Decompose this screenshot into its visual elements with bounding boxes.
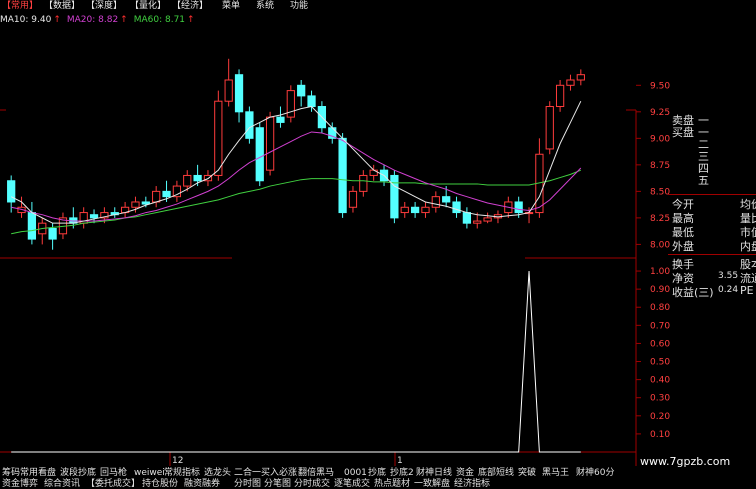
panel-divider <box>668 254 756 255</box>
candle-body <box>89 214 99 219</box>
indicator-tab[interactable]: 持仓股份 <box>142 479 178 489</box>
quote-field-label: PE <box>740 284 754 297</box>
indicator-tab[interactable]: 常用看盘 <box>20 468 56 478</box>
indicator-tab[interactable]: 融资融券 <box>184 479 220 489</box>
earnings-value: 0.24 <box>718 285 739 295</box>
indicator-line <box>11 271 581 453</box>
indicator-tab-bar: 筹码 常用看盘 波段抄底 回马枪 weiwei 常规指标 选龙头 二合一买入必涨 翻倍黑马 000… <box>0 467 756 489</box>
indicator-tab[interactable]: weiwei <box>134 468 165 478</box>
indicator-tab[interactable]: 常规指标 <box>164 468 200 478</box>
date-marker: 12 <box>172 456 183 466</box>
candle-body <box>410 206 420 214</box>
candle-body <box>48 227 57 240</box>
quote-panel: 卖盘一买盘一二三四五今开最高最低外盘换手净资收益(三)均价量比市值内盘股本流通P… <box>668 110 756 470</box>
candle-body <box>7 180 16 203</box>
orderbook-level: 五 <box>698 174 709 187</box>
candle-body <box>27 212 37 240</box>
indicator-tab[interactable]: 翻倍黑马 <box>298 468 334 478</box>
ma20-line <box>11 131 582 222</box>
candle-body <box>265 116 275 171</box>
candle-body <box>400 206 409 214</box>
candle-body <box>183 174 192 187</box>
indicator-tab[interactable]: 0001 <box>344 468 367 478</box>
indicator-tab[interactable]: 抄底 <box>368 468 386 478</box>
indicator-tab[interactable]: 财神日线 <box>416 468 452 478</box>
indicator-tab[interactable]: 分时成交 <box>294 479 330 489</box>
candle-body <box>276 116 285 123</box>
indicator-tab[interactable]: 热点题材 <box>374 479 410 489</box>
candle-body <box>421 206 430 214</box>
quote-field-label: 收益(三) <box>672 286 714 299</box>
candle-body <box>452 201 461 214</box>
candle-body <box>545 106 554 150</box>
candle-body <box>576 74 585 81</box>
candle-body <box>566 79 575 86</box>
candle-body <box>483 217 492 222</box>
candle-body <box>245 111 254 139</box>
candle-body <box>462 212 472 224</box>
candle-body <box>193 174 202 182</box>
candle-body <box>255 127 264 182</box>
indicator-tab[interactable]: 一致解盘 <box>414 479 450 489</box>
ma60-line <box>11 169 582 235</box>
indicator-tab[interactable]: 分笔图 <box>264 479 291 489</box>
date-marker: 1 <box>397 456 403 466</box>
indicator-tab[interactable]: 【委托成交】 <box>86 479 140 489</box>
indicator-tab[interactable]: 财神60分 <box>576 468 614 478</box>
candle-body <box>152 190 161 203</box>
candle-body <box>131 201 140 208</box>
indicator-tab[interactable]: 抄底2 <box>390 468 414 478</box>
indicator-tab[interactable]: 综合资讯 <box>44 479 80 489</box>
net-assets-value: 3.55 <box>718 271 739 281</box>
indicator-tab[interactable]: 筹码 <box>2 468 20 478</box>
indicator-tab[interactable]: 分时图 <box>234 479 261 489</box>
candle-body <box>307 95 316 108</box>
quote-field-label: 内盘 <box>740 240 756 253</box>
candle-body <box>286 90 295 118</box>
candle-body <box>162 190 171 198</box>
indicator-tab[interactable]: 经济指标 <box>454 479 490 489</box>
indicator-tab[interactable]: 资金 <box>456 468 474 478</box>
panel-divider <box>668 194 756 195</box>
indicator-tab[interactable]: 突破 <box>518 468 536 478</box>
candle-body <box>514 201 523 214</box>
candle-body <box>234 74 244 113</box>
candle-body <box>473 220 482 224</box>
candle-body <box>141 201 150 205</box>
candle-body <box>442 196 451 203</box>
candle-body <box>359 174 368 192</box>
candle-body <box>348 190 358 208</box>
candle-body <box>297 84 306 97</box>
candle-body <box>338 137 347 214</box>
candle-body <box>431 196 440 208</box>
indicator-tab[interactable]: 资金博弈 <box>2 479 38 489</box>
quote-field-label: 外盘 <box>672 240 694 253</box>
indicator-tab[interactable]: 逐笔成交 <box>334 479 370 489</box>
candle-body <box>214 100 223 176</box>
indicator-tab[interactable]: 黑马王 <box>542 468 569 478</box>
candle-body <box>390 174 399 219</box>
indicator-tab[interactable]: 底部短线 <box>478 468 514 478</box>
orderbook-label: 买盘 <box>672 126 694 139</box>
kline-chart[interactable]: 9.509.259.008.758.508.258.001.000.900.80… <box>0 0 756 487</box>
indicator-tab[interactable]: 波段抄底 <box>60 468 96 478</box>
candle-body <box>555 84 565 108</box>
price-tick-label: 9.50 <box>650 81 670 91</box>
candle-body <box>224 79 233 102</box>
watermark: www.7gpzb.com <box>640 455 731 468</box>
indicator-tab[interactable]: 二合一买入必涨 <box>234 468 297 478</box>
indicator-tab[interactable]: 回马枪 <box>100 468 127 478</box>
indicator-tab[interactable]: 选龙头 <box>204 468 231 478</box>
